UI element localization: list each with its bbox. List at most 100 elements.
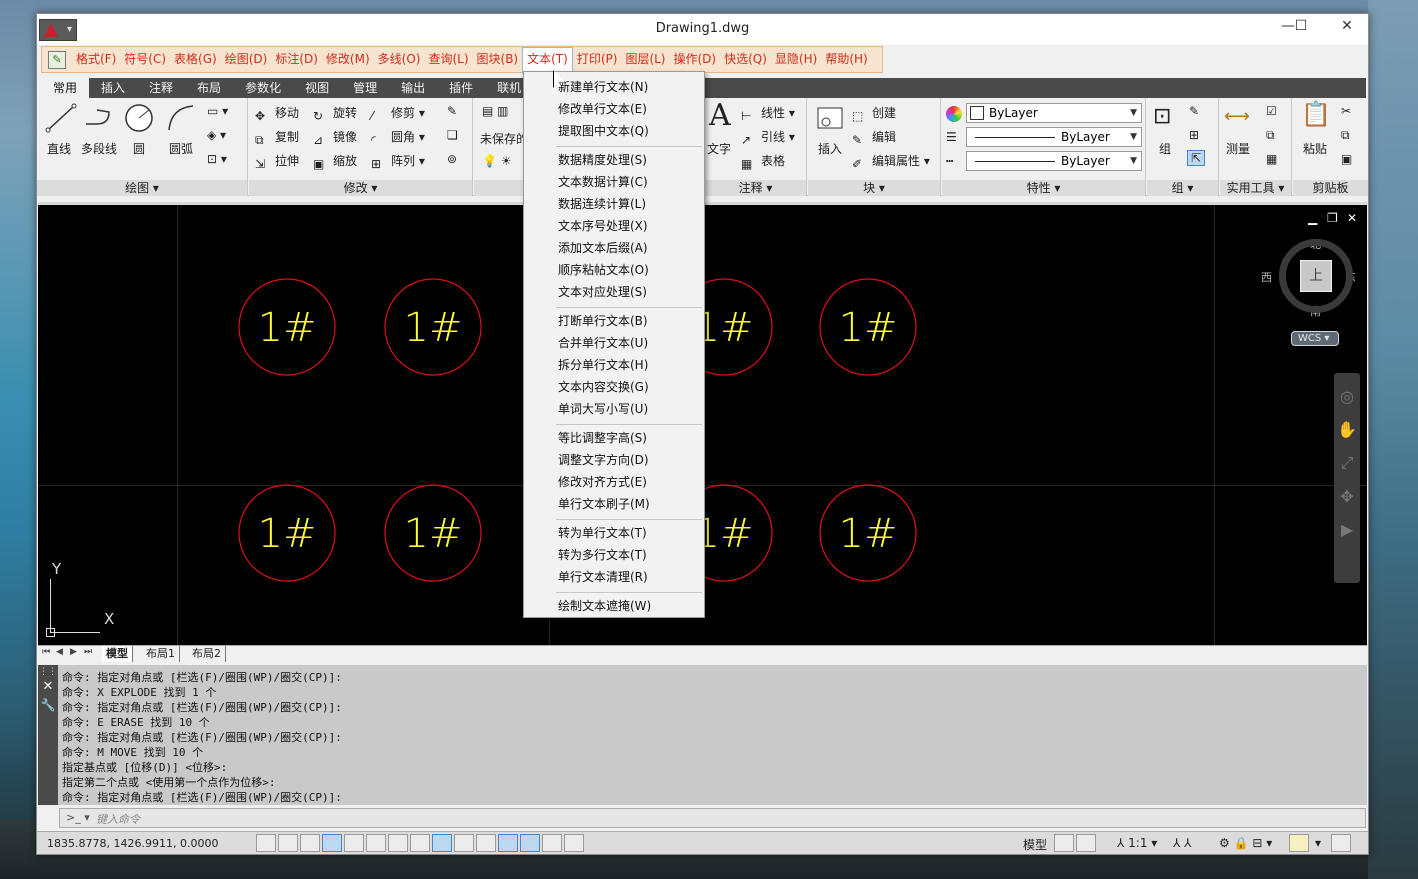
move-button[interactable]: ✥ 移动 [255,104,299,125]
text-menu-item[interactable]: 打断单行文本(B) [558,312,648,329]
menu-item-8[interactable]: 图块(B) [473,47,523,74]
text-menu-item[interactable]: 转为单行文本(T) [558,524,647,541]
status-toggle-button[interactable] [520,834,540,852]
layout-tab-2[interactable]: 布局2 [188,646,226,662]
layout2-preview-button[interactable] [1076,834,1096,852]
create-block-button[interactable]: ⬚ 创建 [852,104,896,125]
first-layout-button[interactable]: ⏮ [42,647,50,657]
text-menu-item[interactable]: 修改单行文本(E) [558,100,647,117]
color-select[interactable]: ByLayer ▼ [966,103,1142,123]
status-toggle-button[interactable] [454,834,474,852]
menu-item-13[interactable]: 快选(Q) [720,47,771,74]
menu-item-10[interactable]: 打印(P) [573,47,622,74]
panel-title-utilities[interactable]: 实用工具 ▾ [1220,180,1291,196]
fillet-button[interactable]: ◜ 圆角 ▾ [371,128,425,149]
ribbon-tab-7[interactable]: 输出 [389,78,437,98]
model-space-button[interactable]: 模型 [1023,836,1047,853]
region-button[interactable]: ⊡ ▾ [207,152,227,166]
steering-wheel-icon[interactable]: ◎ [1334,387,1360,406]
status-toggle-button[interactable] [278,834,298,852]
panel-title-properties[interactable]: 特性 ▾ [942,180,1145,196]
ribbon-tab-3[interactable]: 布局 [185,78,233,98]
ribbon-tab-1[interactable]: 插入 [89,78,137,98]
panel-title-draw[interactable]: 绘图 ▾ [37,180,247,196]
text-menu-item[interactable]: 拆分单行文本(H) [558,356,648,373]
cut-button[interactable]: ✂ [1341,104,1351,118]
table-button[interactable]: ▦ 表格 [741,152,785,173]
text-menu-item[interactable]: 文本内容交换(G) [558,378,649,395]
line-button[interactable]: 直线 [47,140,71,157]
status-toggle-button[interactable] [476,834,496,852]
copy-clip-button[interactable]: ⧉ [1341,128,1350,143]
scale-button[interactable]: ▣ 缩放 [313,152,357,173]
viewport-restore-button[interactable]: ❐ [1327,211,1338,225]
text-menu-item[interactable]: 数据连续计算(L) [558,195,646,212]
clean-screen-button[interactable] [1331,834,1351,852]
text-menu-item[interactable]: 绘制文本遮掩(W) [558,597,651,614]
pan-icon[interactable]: ✋ [1334,420,1360,439]
text-menu-item[interactable]: 顺序粘帖文本(O) [558,261,649,278]
text-menu-item[interactable]: 单词大写小写(U) [558,400,648,417]
status-toggle-button[interactable] [256,834,276,852]
text-menu-item[interactable]: 提取图中文本(Q) [558,122,649,139]
layout-tab-model[interactable]: 模型 [102,646,133,662]
drawing-text-label[interactable]: 1# [839,511,898,557]
maximize-button[interactable]: ☐ [1283,18,1319,40]
group-edit-button[interactable]: ⊞ [1189,128,1199,142]
command-prompt-icon[interactable]: >_ ▾ [66,811,90,824]
drawing-text-label[interactable]: 1# [258,511,317,557]
measure-button[interactable]: 测量 [1226,140,1250,157]
menu-item-1[interactable]: 符号(C) [120,47,170,74]
text-menu-item[interactable]: 转为多行文本(T) [558,546,647,563]
stretch-button[interactable]: ⇲ 拉伸 [255,152,299,173]
leader-button[interactable]: ↗ 引线 ▾ [741,128,795,149]
lineweight-select[interactable]: ByLayer ▼ [966,151,1142,171]
viewcube[interactable]: 上 [1279,239,1353,313]
status-toggle-button[interactable] [564,834,584,852]
status-toggle-button[interactable] [322,834,342,852]
close-button[interactable]: ✕ [1329,18,1365,40]
viewcube-top-face[interactable]: 上 [1300,260,1332,292]
menu-item-7[interactable]: 查询(L) [424,47,472,74]
group-select-button[interactable]: ⇱ [1187,150,1206,166]
customize-icon[interactable]: 🔧 [38,698,58,712]
status-toggle-button[interactable] [432,834,452,852]
drawing-text-label[interactable]: 1# [258,305,317,351]
menu-item-0[interactable]: 格式(F) [72,47,120,74]
command-input[interactable]: >_ ▾ 键入命令 [59,808,1366,828]
calculator-button[interactable]: ▦ [1266,152,1277,166]
text-menu-item[interactable]: 修改对齐方式(E) [558,473,647,490]
erase-button[interactable]: ✎ [447,104,457,118]
linetype-select[interactable]: ByLayer ▼ [966,127,1142,147]
text-menu-item[interactable]: 文本数据计算(C) [558,173,648,190]
status-toggle-button[interactable] [542,834,562,852]
status-toggle-button[interactable] [300,834,320,852]
hatch-button[interactable]: ◈ ▾ [207,128,226,142]
text-menu-item[interactable]: 单行文本刷子(M) [558,495,650,512]
hardware-accel-icon[interactable]: ▾ [1315,836,1321,850]
menu-item-9[interactable]: 文本(T) [522,47,573,74]
close-icon[interactable]: ✕ [38,679,58,694]
viewport-close-button[interactable]: ✕ [1347,211,1357,225]
text-menu-item[interactable]: 合并单行文本(U) [558,334,648,351]
status-toggle-button[interactable] [388,834,408,852]
zoom-icon[interactable]: ⤢ [1334,453,1360,473]
menu-item-11[interactable]: 图层(L) [621,47,669,74]
select-similar-button[interactable]: ⧉ [1266,128,1275,143]
array-button[interactable]: ⊞ 阵列 ▾ [371,152,425,173]
panel-title-group[interactable]: 组 ▾ [1147,180,1218,196]
text-menu-item[interactable]: 等比调整字高(S) [558,429,647,446]
wcs-menu[interactable]: WCS ▾ [1291,331,1339,346]
layout-tab-1[interactable]: 布局1 [142,646,180,662]
layout1-preview-button[interactable] [1054,834,1074,852]
circle-button[interactable]: 圆 [133,140,145,157]
plugin-icon[interactable]: ✎ [48,51,66,69]
text-menu-item[interactable]: 新建单行文本(N) [558,78,648,95]
rectangle-button[interactable]: ▭ ▾ [207,104,228,118]
ribbon-tab-8[interactable]: 插件 [437,78,485,98]
layer-properties-button[interactable]: ▤ ▥ [482,104,509,118]
text-menu-item[interactable]: 数据精度处理(S) [558,151,647,168]
isolate-objects-button[interactable] [1289,834,1309,852]
drawing-text-label[interactable]: 1# [839,305,898,351]
menu-item-14[interactable]: 显隐(H) [771,47,821,74]
